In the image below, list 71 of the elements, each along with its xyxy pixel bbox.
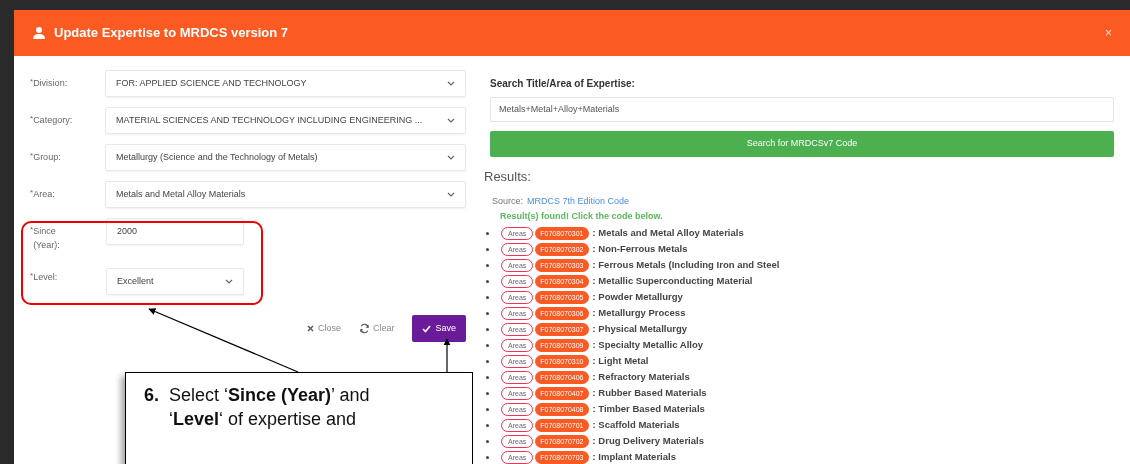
bullet-icon	[486, 280, 489, 283]
bullet-icon	[486, 424, 489, 427]
bullet-icon	[486, 312, 489, 315]
callout-text: ‘Level‘ of expertise and	[169, 408, 358, 431]
chevron-down-icon	[447, 118, 455, 123]
refresh-icon	[358, 323, 370, 334]
bullet-icon	[486, 360, 489, 363]
result-title: : Powder Metallurgy	[592, 290, 683, 305]
chevron-down-icon	[447, 192, 455, 197]
field-label: Area:	[33, 188, 56, 201]
result-title: : Refractory Materials	[592, 370, 690, 385]
bullet-icon	[486, 264, 489, 267]
select-field[interactable]: FOR: APPLIED SCIENCE AND TECHNOLOGY	[105, 70, 466, 97]
bullet-icon	[486, 296, 489, 299]
result-title: : Drug Delivery Materials	[592, 434, 704, 449]
chevron-down-icon	[447, 81, 455, 86]
clear-button[interactable]: Clear	[358, 321, 395, 336]
chevron-down-icon	[225, 279, 233, 284]
select-field[interactable]: MATERIAL SCIENCES AND TECHNOLOGY INCLUDING ENGINEERING ...	[105, 107, 466, 134]
bullet-icon	[486, 232, 489, 235]
result-title: : Scaffold Materials	[592, 418, 680, 433]
bullet-icon	[486, 392, 489, 395]
user-icon	[32, 26, 46, 40]
select-field[interactable]: Excellent	[106, 268, 244, 295]
bullet-icon	[486, 408, 489, 411]
bullet-icon	[486, 344, 489, 347]
close-button[interactable]: Close	[306, 321, 341, 336]
result-title: : Timber Based Materials	[592, 402, 705, 417]
bullet-icon	[486, 248, 489, 251]
check-icon	[422, 324, 432, 333]
search-button[interactable]: Search for MRDCSv7 Code	[490, 131, 1114, 157]
required-mark: *	[30, 150, 34, 160]
select-field[interactable]: Metallurgy (Science and the Technology of Metals)	[105, 144, 466, 171]
bullet-icon	[486, 328, 489, 331]
step-number: 6.	[144, 384, 159, 407]
callout-text: Select ‘Since (Year)’ and	[169, 384, 370, 407]
result-title: : Ferrous Metals (Including Iron and Steel	[592, 258, 780, 273]
bullet-icon	[486, 376, 489, 379]
required-mark: *	[30, 187, 34, 199]
input-field[interactable]: 2000	[106, 218, 244, 245]
search-label: Search Title/Area of Expertise:	[490, 77, 636, 91]
select-field[interactable]: Metals and Metal Alloy Materials	[105, 181, 466, 208]
required-mark: *	[30, 113, 34, 123]
field-label: Level:	[33, 271, 59, 284]
field-label: Division:	[33, 77, 69, 90]
source-label: Source:	[492, 194, 524, 208]
close-button[interactable]: ×	[1105, 24, 1112, 42]
bullet-icon	[486, 440, 489, 443]
save-button[interactable]: Save	[412, 315, 466, 342]
close-icon	[306, 325, 314, 332]
field-label: Category:	[33, 114, 74, 127]
required-mark: *	[30, 270, 34, 282]
result-message: Result(s) found! Click the code below.	[500, 210, 664, 223]
search-field[interactable]: Metals+Metal+Alloy+Materials	[490, 97, 1114, 122]
result-title: : Rubber Based Materials	[592, 386, 707, 401]
result-title: : Non-Ferrous Metals	[592, 242, 688, 257]
result-title: : Light Metal	[592, 354, 649, 369]
result-title: : Metallic Superconducting Material	[592, 274, 753, 289]
result-title: : Metallurgy Process	[592, 306, 686, 321]
chevron-down-icon	[447, 155, 455, 160]
result-title: : Implant Materials	[592, 450, 676, 464]
result-title: : Specialty Metallic Alloy	[592, 338, 704, 353]
result-title: : Metals and Metal Alloy Materials	[592, 226, 744, 241]
field-label: Group:	[33, 151, 62, 164]
dialog-title: Update Expertise to MRDCS version 7	[54, 24, 289, 43]
source-link[interactable]: MRDCS 7th Edition Code	[527, 194, 630, 208]
results-heading: Results:	[484, 168, 532, 186]
bullet-icon	[486, 456, 489, 459]
required-mark: *	[30, 224, 34, 236]
result-title: : Physical Metallurgy	[592, 322, 688, 337]
field-label: Since (Year):	[33, 225, 61, 252]
